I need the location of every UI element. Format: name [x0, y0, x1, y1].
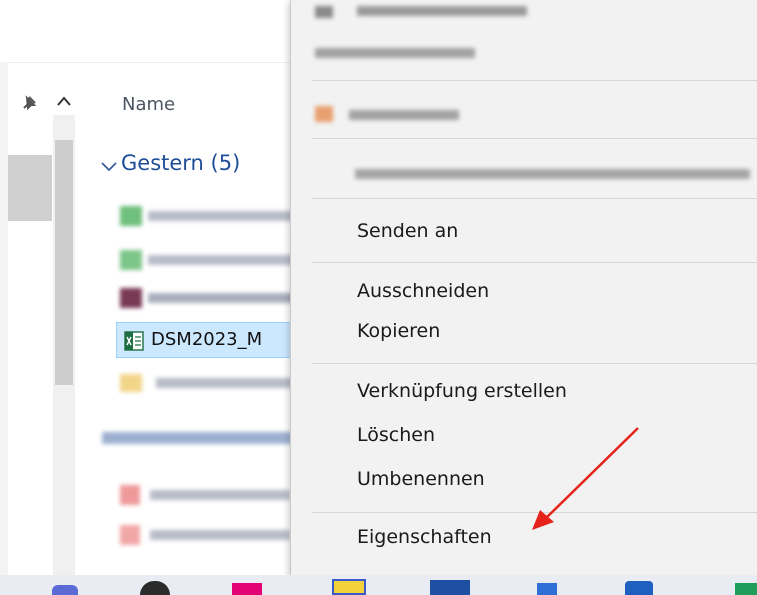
list-item[interactable]: [118, 203, 298, 229]
scrollbar-thumb[interactable]: [55, 140, 73, 385]
folder-icon: [120, 374, 142, 392]
list-item[interactable]: [118, 482, 298, 508]
selected-file-name: DSM2023_M: [151, 329, 263, 350]
taskbar-icon[interactable]: [625, 581, 653, 595]
file-name-redacted: [156, 378, 296, 388]
chevron-down-icon: [100, 159, 118, 173]
file-name-redacted: [150, 530, 290, 540]
pin-icon[interactable]: [19, 93, 39, 113]
menu-item-umbenennen[interactable]: Umbenennen: [357, 468, 485, 490]
menu-separator: [312, 198, 757, 199]
list-item[interactable]: [118, 285, 298, 311]
list-item[interactable]: [118, 370, 298, 396]
file-name-redacted: [148, 211, 298, 221]
taskbar-icon[interactable]: [52, 585, 78, 595]
column-header-name[interactable]: Name: [122, 94, 175, 115]
file-icon: [120, 206, 142, 226]
file-name-redacted: [150, 490, 290, 500]
menu-item-redacted[interactable]: [315, 42, 485, 64]
menu-item-kopieren[interactable]: Kopieren: [357, 320, 440, 342]
menu-separator: [312, 138, 757, 139]
taskbar-icon[interactable]: [140, 581, 170, 595]
file-name-redacted: [148, 293, 298, 303]
selected-file-row[interactable]: DSM2023_M: [116, 322, 292, 358]
menu-item-senden-an[interactable]: Senden an: [357, 220, 458, 242]
taskbar-icon[interactable]: [232, 583, 262, 595]
annotation-arrow: [532, 427, 639, 530]
menu-separator: [312, 363, 757, 364]
taskbar-icon[interactable]: [332, 579, 366, 595]
taskbar-icon[interactable]: [430, 580, 470, 595]
menu-item-redacted[interactable]: [355, 164, 755, 184]
taskbar-icon[interactable]: [735, 583, 757, 595]
group-header-redacted[interactable]: [102, 432, 292, 444]
navigation-selected-item[interactable]: [8, 155, 52, 221]
file-icon: [120, 485, 140, 505]
explorer-top-divider: [0, 62, 292, 63]
list-item[interactable]: [118, 522, 298, 548]
menu-item-verknuepfung-erstellen[interactable]: Verknüpfung erstellen: [357, 380, 567, 402]
file-icon: [120, 288, 142, 308]
menu-item-loeschen[interactable]: Löschen: [357, 424, 435, 446]
taskbar: [0, 575, 757, 595]
scroll-up-arrow-icon[interactable]: [55, 93, 73, 107]
menu-item-redacted[interactable]: [315, 102, 475, 124]
file-icon: [120, 525, 140, 545]
menu-item-redacted[interactable]: [315, 2, 535, 20]
list-item[interactable]: [118, 247, 298, 273]
menu-separator: [312, 80, 757, 81]
group-label: Gestern (5): [121, 151, 241, 175]
explorer-pane: Name Gestern (5) DSM2023_M: [0, 0, 298, 595]
file-name-redacted: [148, 255, 298, 265]
taskbar-icon[interactable]: [537, 583, 557, 595]
menu-item-eigenschaften[interactable]: Eigenschaften: [357, 526, 492, 548]
excel-file-icon: [124, 331, 144, 351]
file-icon: [120, 250, 142, 270]
annotation-arrow-line: [541, 427, 639, 523]
menu-item-ausschneiden[interactable]: Ausschneiden: [357, 280, 489, 302]
navigation-pane-edge: [0, 62, 8, 595]
menu-separator: [312, 262, 757, 263]
